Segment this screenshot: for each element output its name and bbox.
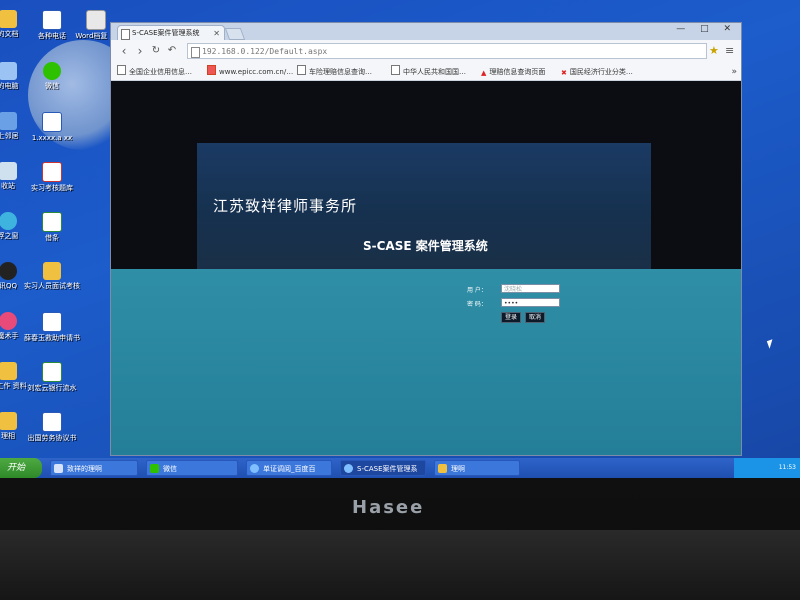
page-viewport: 江苏致祥律师事务所 S-CASE 案件管理系统 用 户： 沈晓松 密 码： ••… — [111, 81, 741, 455]
folder-icon — [0, 412, 17, 430]
desktop-icon-exam-bank[interactable]: 实习考核题库 — [22, 162, 82, 193]
company-name: 江苏致祥律师事务所 — [213, 197, 358, 215]
computer-icon — [0, 62, 17, 80]
username-label: 用 户： — [467, 287, 487, 294]
tab-scase[interactable]: S-CASE案件管理系统 ✕ — [117, 25, 225, 40]
menu-icon[interactable]: ≡ — [725, 43, 734, 59]
wechat-icon — [150, 464, 159, 473]
document-icon — [86, 10, 106, 30]
bookmark-item[interactable]: www.epicc.com.cn/… — [207, 64, 293, 80]
back-button[interactable]: ‹ — [117, 43, 131, 59]
browser-toolbar: ‹ › ↻ ↶ 192.168.0.122/Default.aspx ★ ≡ — [111, 40, 741, 64]
bookmark-item[interactable]: 全国企业信用信息… — [117, 64, 192, 80]
page-icon — [297, 65, 306, 75]
login-area — [111, 269, 741, 455]
word-document-icon — [42, 412, 62, 432]
reload-button[interactable]: ↻ — [149, 43, 163, 59]
flag-icon — [207, 65, 216, 75]
tab-strip: S-CASE案件管理系统 ✕ — □ ✕ — [111, 23, 741, 40]
page-icon — [117, 65, 126, 75]
clock[interactable]: 11:53 — [779, 464, 796, 471]
taskbar-item[interactable]: 理啊 — [434, 460, 520, 476]
folder-icon — [0, 10, 17, 28]
forward-button[interactable]: › — [133, 43, 147, 59]
button-row: 登录 取消 — [463, 312, 573, 323]
address-text: 192.168.0.122/Default.aspx — [202, 47, 328, 56]
laptop-brand-logo: Hasee — [352, 497, 425, 518]
page-icon — [121, 29, 130, 40]
undo-icon[interactable]: ↶ — [165, 43, 179, 59]
mouse-cursor-icon — [766, 339, 776, 349]
desktop-screen: 的文档 的电脑 上邻居 收站 浮之窗 讯QQ 魔术手 图工作 资料 理相 各种电… — [0, 0, 800, 478]
taskbar-item-active[interactable]: S-CASE案件管理系 — [340, 460, 426, 476]
camera-icon — [0, 312, 17, 330]
desktop-icon-doc-file[interactable]: 1.xxxx.a xx — [22, 112, 82, 143]
system-tray: 11:53 — [734, 458, 800, 478]
password-row: 密 码： •••• — [463, 298, 573, 309]
x-logo-icon: ✖ — [561, 69, 567, 77]
word-document-icon — [42, 10, 62, 30]
taskbar-item[interactable]: 致祥的理啊 — [50, 460, 138, 476]
start-button[interactable]: 开始 — [0, 458, 42, 478]
login-form: 用 户： 沈晓松 密 码： •••• 登录 取消 — [463, 284, 573, 326]
bookmark-item[interactable]: ✖ 国民经济行业分类… — [561, 64, 633, 80]
word-document-icon — [42, 312, 62, 332]
desktop-icon-bank-statement[interactable]: 刘宏云银行流水 — [22, 362, 82, 393]
excel-document-icon — [42, 362, 62, 382]
desktop-icon-aid-application[interactable]: 薛春玉救助申请书 — [22, 312, 82, 343]
desktop-icon-interview[interactable]: 实习人员面试考核 — [22, 262, 82, 291]
folder-icon — [0, 362, 17, 380]
password-label: 密 码： — [467, 301, 487, 308]
new-tab-button[interactable] — [224, 28, 246, 40]
word-document-icon — [42, 112, 62, 132]
taskbar-item[interactable]: 单证调阅_百度百 — [246, 460, 332, 476]
qq-penguin-icon — [0, 262, 17, 280]
close-tab-icon[interactable]: ✕ — [213, 26, 220, 41]
document-icon — [42, 162, 62, 182]
wechat-icon — [43, 62, 61, 80]
browser-icon — [0, 212, 17, 230]
taskbar-item[interactable]: 微信 — [146, 460, 238, 476]
page-icon — [191, 47, 200, 58]
window-controls[interactable]: — □ ✕ — [676, 24, 737, 34]
taskbar: 开始 致祥的理啊 微信 单证调阅_百度百 S-CASE案件管理系 理啊 11:5… — [0, 458, 800, 478]
bookmark-star-icon[interactable]: ★ — [709, 43, 719, 59]
page-icon — [391, 65, 400, 75]
username-row: 用 户： 沈晓松 — [463, 284, 573, 295]
bookmark-item[interactable]: ▲ 理赔信息查询页面 — [481, 64, 545, 80]
recycle-bin-icon — [0, 162, 17, 180]
folder-icon — [54, 464, 63, 473]
excel-document-icon — [42, 212, 62, 232]
system-title: S-CASE 案件管理系统 — [363, 239, 488, 253]
desktop-icon-labor-agreement[interactable]: 出国劳务协议书 — [22, 412, 82, 443]
username-input[interactable]: 沈晓松 — [501, 284, 560, 293]
laptop-chassis — [0, 530, 800, 600]
address-bar[interactable]: 192.168.0.122/Default.aspx — [187, 43, 707, 59]
more-bookmarks-button[interactable]: » — [731, 64, 737, 80]
browser-icon — [250, 464, 259, 473]
desktop-icon-wechat[interactable]: 微信 — [22, 62, 82, 91]
bookmark-item[interactable]: 中华人民共和国国… — [391, 64, 466, 80]
bookmarks-bar: 全国企业信用信息… www.epicc.com.cn/… 车险理赔信息查询… 中… — [111, 64, 741, 81]
folder-icon — [438, 464, 447, 473]
network-icon — [0, 112, 17, 130]
desktop-icon-iou[interactable]: 借条 — [22, 212, 82, 243]
browser-window: S-CASE案件管理系统 ✕ — □ ✕ ‹ › ↻ ↶ 192.168.0.1… — [110, 22, 742, 456]
folder-icon — [43, 262, 61, 280]
tab-title: S-CASE案件管理系统 — [132, 29, 200, 37]
login-button[interactable]: 登录 — [501, 312, 522, 323]
browser-icon — [344, 464, 353, 473]
password-input[interactable]: •••• — [501, 298, 560, 307]
bookmark-item[interactable]: 车险理赔信息查询… — [297, 64, 372, 80]
cancel-button[interactable]: 取消 — [525, 312, 546, 323]
triangle-logo-icon: ▲ — [481, 69, 487, 77]
